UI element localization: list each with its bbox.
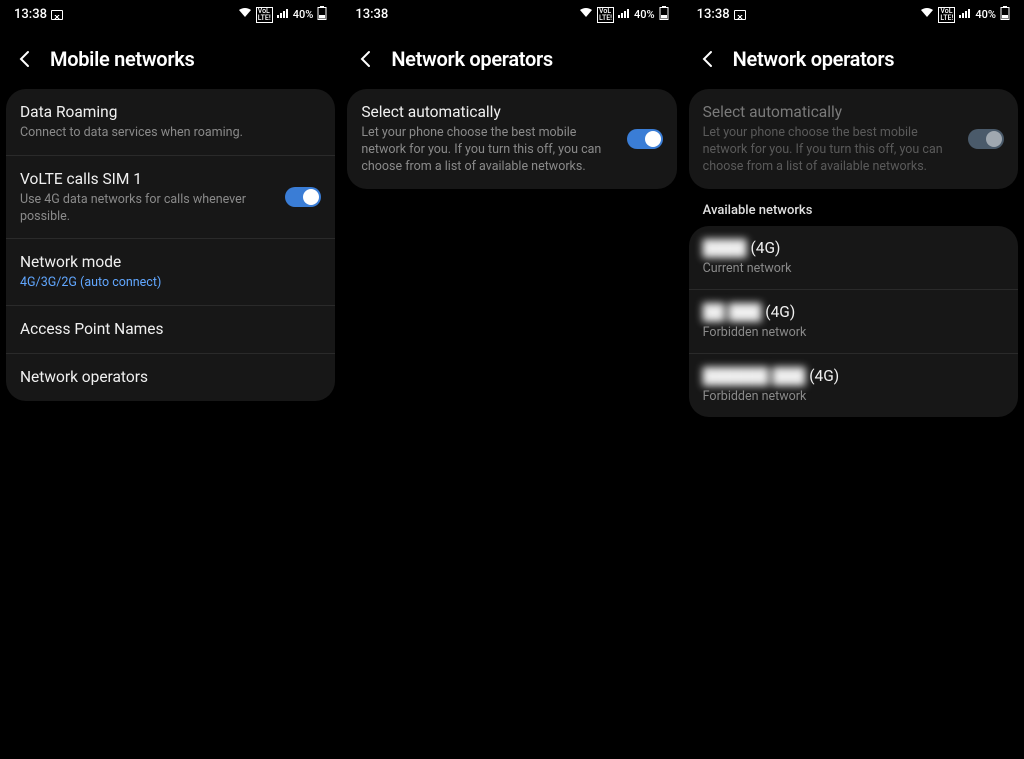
select-auto-toggle[interactable] <box>968 129 1004 149</box>
select-auto-row[interactable]: Select automatically Let your phone choo… <box>347 89 676 189</box>
gallery-icon <box>734 10 746 20</box>
signal-icon <box>618 8 630 21</box>
signal-icon <box>959 8 971 21</box>
page-title: Mobile networks <box>50 47 194 71</box>
back-button[interactable] <box>355 48 377 70</box>
battery-icon <box>317 6 327 23</box>
wifi-icon <box>238 8 252 21</box>
settings-card: Data Roaming Connect to data services wh… <box>6 89 335 401</box>
battery-pct: 40% <box>293 8 314 21</box>
status-bar: 13:38 VoLLTE! 40% <box>683 0 1024 25</box>
page-title: Network operators <box>391 47 553 71</box>
volte-toggle[interactable] <box>285 187 321 207</box>
select-auto-toggle[interactable] <box>627 129 663 149</box>
wifi-icon <box>579 8 593 21</box>
screen-mobile-networks: 13:38 VoLLTE! 40% Mobile networks Data R… <box>0 0 341 759</box>
status-time: 13:38 <box>697 7 730 22</box>
volte-icon: VoLLTE! <box>256 7 273 23</box>
back-button[interactable] <box>14 48 36 70</box>
volte-icon: VoLLTE! <box>938 7 955 23</box>
screen-operators-list: 13:38 VoLLTE! 40% Network operators Sele… <box>683 0 1024 759</box>
row-subtitle: Let your phone choose the best mobile ne… <box>703 125 1004 176</box>
page-title: Network operators <box>733 47 895 71</box>
row-title: Select automatically <box>361 102 662 123</box>
status-time: 13:38 <box>355 7 388 22</box>
network-mode-row[interactable]: Network mode 4G/3G/2G (auto connect) <box>6 238 335 305</box>
network-name: ██ ███ (4G) <box>703 303 1004 322</box>
volte-calls-row[interactable]: VoLTE calls SIM 1 Use 4G data networks f… <box>6 155 335 239</box>
available-networks-label: Available networks <box>683 189 1024 226</box>
row-subtitle: 4G/3G/2G (auto connect) <box>20 275 321 292</box>
select-auto-row[interactable]: Select automatically Let your phone choo… <box>689 89 1018 189</box>
header: Network operators <box>683 25 1024 89</box>
row-title: VoLTE calls SIM 1 <box>20 169 321 190</box>
network-row[interactable]: ██ ███ (4G) Forbidden network <box>689 289 1018 353</box>
signal-icon <box>277 8 289 21</box>
wifi-icon <box>920 8 934 21</box>
battery-pct: 40% <box>634 8 655 21</box>
battery-pct: 40% <box>975 8 996 21</box>
network-name: ████ (4G) <box>703 239 1004 258</box>
network-status: Forbidden network <box>703 325 1004 340</box>
row-title: Data Roaming <box>20 102 321 123</box>
network-status: Current network <box>703 261 1004 276</box>
row-subtitle: Connect to data services when roaming. <box>20 125 321 142</box>
network-row[interactable]: ████ (4G) Current network <box>689 226 1018 289</box>
battery-icon <box>659 6 669 23</box>
header: Mobile networks <box>0 25 341 89</box>
row-subtitle: Use 4G data networks for calls whenever … <box>20 192 321 226</box>
battery-icon <box>1000 6 1010 23</box>
network-name: ██████ ███ (4G) <box>703 367 1004 386</box>
status-time: 13:38 <box>14 7 47 22</box>
networks-card: ████ (4G) Current network ██ ███ (4G) Fo… <box>689 226 1018 417</box>
screen-operators-auto-on: 13:38 VoLLTE! 40% Network operators Sele… <box>341 0 682 759</box>
back-button[interactable] <box>697 48 719 70</box>
gallery-icon <box>51 10 63 20</box>
status-bar: 13:38 VoLLTE! 40% <box>0 0 341 25</box>
network-status: Forbidden network <box>703 389 1004 404</box>
status-bar: 13:38 VoLLTE! 40% <box>341 0 682 25</box>
row-subtitle: Let your phone choose the best mobile ne… <box>361 125 662 176</box>
network-row[interactable]: ██████ ███ (4G) Forbidden network <box>689 353 1018 417</box>
settings-card: Select automatically Let your phone choo… <box>347 89 676 189</box>
select-auto-card: Select automatically Let your phone choo… <box>689 89 1018 189</box>
header: Network operators <box>341 25 682 89</box>
volte-icon: VoLLTE! <box>597 7 614 23</box>
row-title: Access Point Names <box>20 319 321 340</box>
operators-row[interactable]: Network operators <box>6 353 335 401</box>
row-title: Network mode <box>20 252 321 273</box>
data-roaming-row[interactable]: Data Roaming Connect to data services wh… <box>6 89 335 155</box>
apn-row[interactable]: Access Point Names <box>6 305 335 353</box>
row-title: Network operators <box>20 367 321 388</box>
row-title: Select automatically <box>703 102 1004 123</box>
